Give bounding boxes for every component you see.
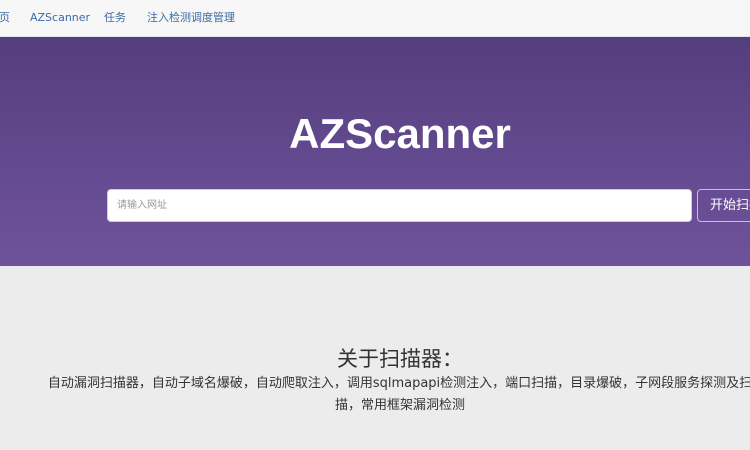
about-title: 关于扫描器： — [337, 347, 463, 371]
nav-azscanner-link[interactable]: AZScanner — [30, 10, 90, 26]
top-navbar: 首页 AZScanner 任务 注入检测调度管理 — [0, 0, 750, 37]
about-description-line-1: 自动漏洞扫描器，自动子域名爆破，自动爬取注入，调用sqlmapapi检测注入，端… — [47, 376, 750, 391]
hero-title: AZScanner — [289, 110, 511, 157]
about-description-line-2: 描，常用框架漏洞检测 — [334, 398, 465, 413]
start-scan-button[interactable]: 开始扫描 — [697, 189, 750, 222]
nav-injection-schedule-link[interactable]: 注入检测调度管理 — [147, 10, 235, 26]
url-input[interactable] — [107, 189, 692, 222]
nav-home-link[interactable]: 首页 — [0, 10, 10, 26]
nav-tasks-link[interactable]: 任务 — [104, 10, 126, 26]
